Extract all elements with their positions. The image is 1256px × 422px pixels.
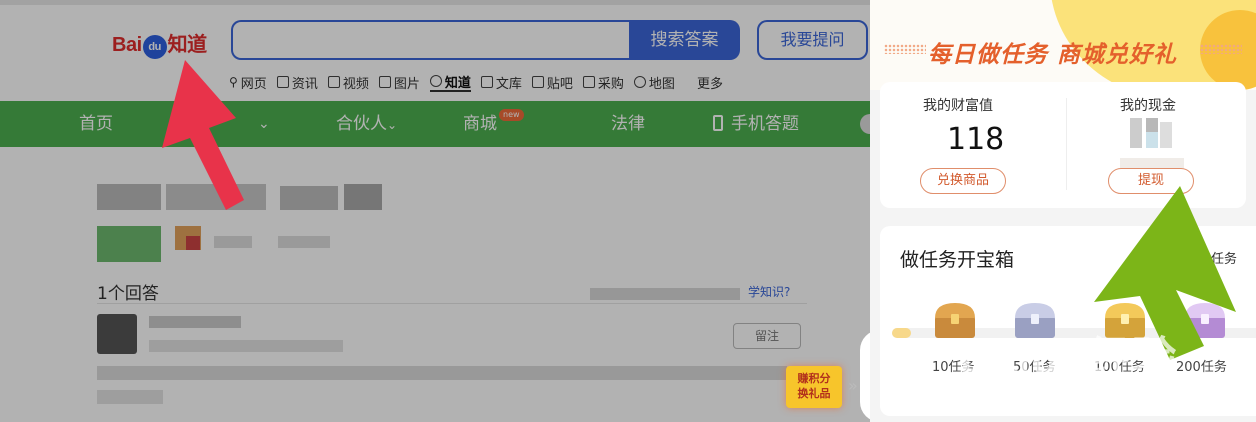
watermark-url: jingyan.baidu.com — [1024, 396, 1204, 416]
baidu-jingyan-watermark: Baidu经验 — [960, 334, 1178, 383]
